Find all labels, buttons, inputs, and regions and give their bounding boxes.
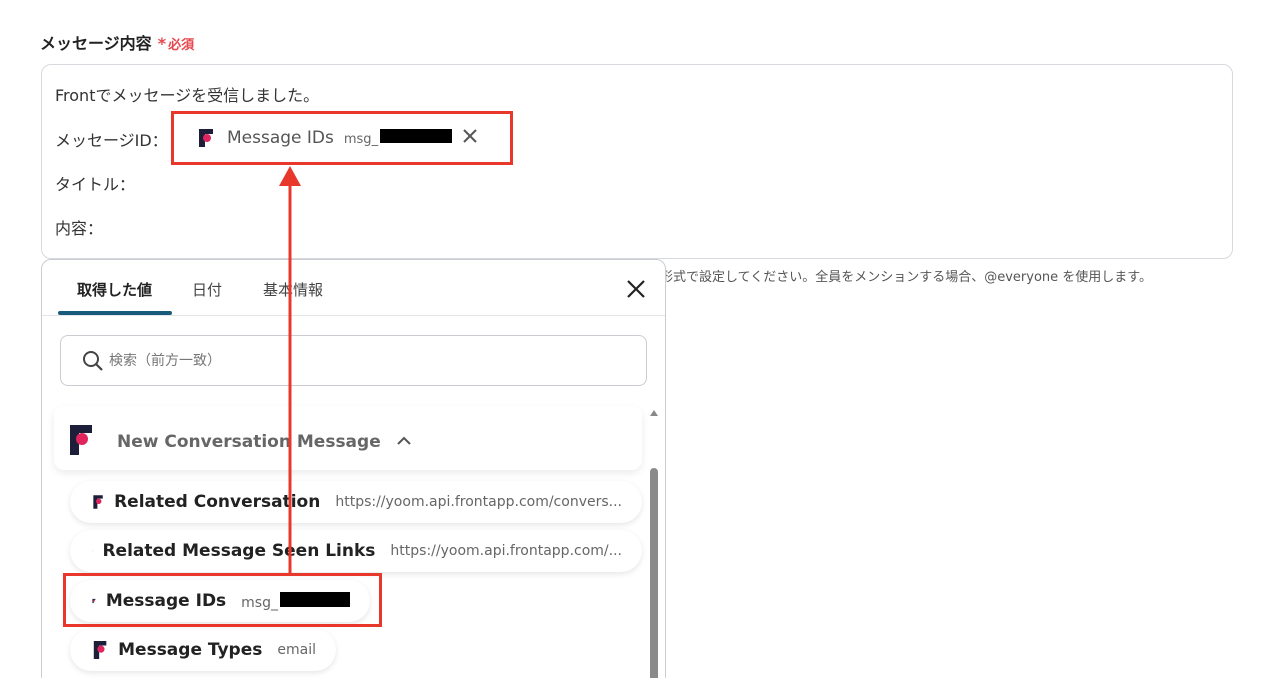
redaction-bar [380, 129, 453, 143]
field-label: メッセージ内容 * 必須 [40, 30, 194, 54]
tab-basic-info[interactable]: 基本情報 [263, 279, 323, 300]
group-title: New Conversation Message [117, 432, 381, 452]
item-name: Message Types [118, 640, 263, 660]
value-picker-popup: 取得した値 日付 基本情報 New Conversation Message [41, 259, 666, 678]
list-item-related-message-seen-links[interactable]: Related Message Seen Links https://yoom.… [70, 530, 642, 572]
front-logo-icon [199, 129, 213, 147]
tab-acquired-values[interactable]: 取得した値 [77, 279, 152, 300]
editor-line-2: メッセージID： [55, 131, 168, 150]
tab-date[interactable]: 日付 [192, 279, 222, 300]
close-icon [627, 280, 645, 298]
picker-close-button[interactable] [625, 278, 647, 300]
picker-tabs: 取得した値 日付 基本情報 [42, 260, 665, 316]
item-value: https://yoom.api.frontapp.com/... [390, 543, 622, 559]
front-logo-icon [93, 641, 107, 659]
list-item-message-ids[interactable]: Message IDs msg_ [70, 580, 370, 622]
front-logo-icon [93, 495, 103, 509]
search-icon [83, 351, 103, 371]
item-value: https://yoom.api.frontapp.com/convers... [335, 494, 622, 510]
message-ids-chip[interactable]: Message IDs msg_ [185, 120, 489, 156]
editor-line-1: Frontでメッセージを受信しました。 [55, 86, 320, 105]
group-header-new-conversation-message[interactable]: New Conversation Message [54, 406, 642, 470]
chevron-up-icon [397, 436, 411, 445]
chip-value: msg_ [343, 129, 453, 147]
item-value: email [277, 642, 316, 658]
message-editor[interactable]: Frontでメッセージを受信しました。 メッセージID： タイトル： 内容： [41, 64, 1233, 259]
item-name: Related Conversation [114, 492, 321, 512]
close-icon [463, 129, 477, 143]
item-name: Related Message Seen Links [102, 541, 376, 561]
editor-line-3: タイトル： [55, 175, 136, 194]
scrollbar[interactable] [647, 408, 661, 678]
search-box [60, 335, 647, 386]
redaction-bar [280, 591, 350, 607]
field-label-text: メッセージ内容 [40, 34, 152, 53]
editor-line-4: 内容： [55, 219, 104, 238]
chip-value-prefix: msg_ [343, 132, 379, 147]
scroll-thumb[interactable] [650, 468, 658, 678]
value-list: New Conversation Message Related Convers… [42, 400, 654, 678]
search-input[interactable] [109, 348, 629, 374]
required-star: * [157, 34, 167, 53]
front-logo-icon [92, 598, 96, 604]
item-value: msg_ [241, 591, 350, 611]
chip-name: Message IDs [227, 128, 334, 148]
front-logo-icon [70, 425, 92, 455]
scroll-up-arrow[interactable] [650, 410, 658, 416]
required-text: 必須 [168, 38, 195, 53]
list-item-message-types[interactable]: Message Types email [70, 629, 336, 671]
active-tab-indicator [58, 311, 172, 315]
list-item-related-conversation[interactable]: Related Conversation https://yoom.api.fr… [70, 481, 642, 523]
hint-text: 形式で設定してください。全員をメンションする場合、@everyone を使用しま… [660, 270, 1152, 285]
item-name: Message IDs [105, 591, 227, 611]
chip-remove-button[interactable] [462, 127, 478, 149]
item-value-prefix: msg_ [241, 594, 278, 611]
